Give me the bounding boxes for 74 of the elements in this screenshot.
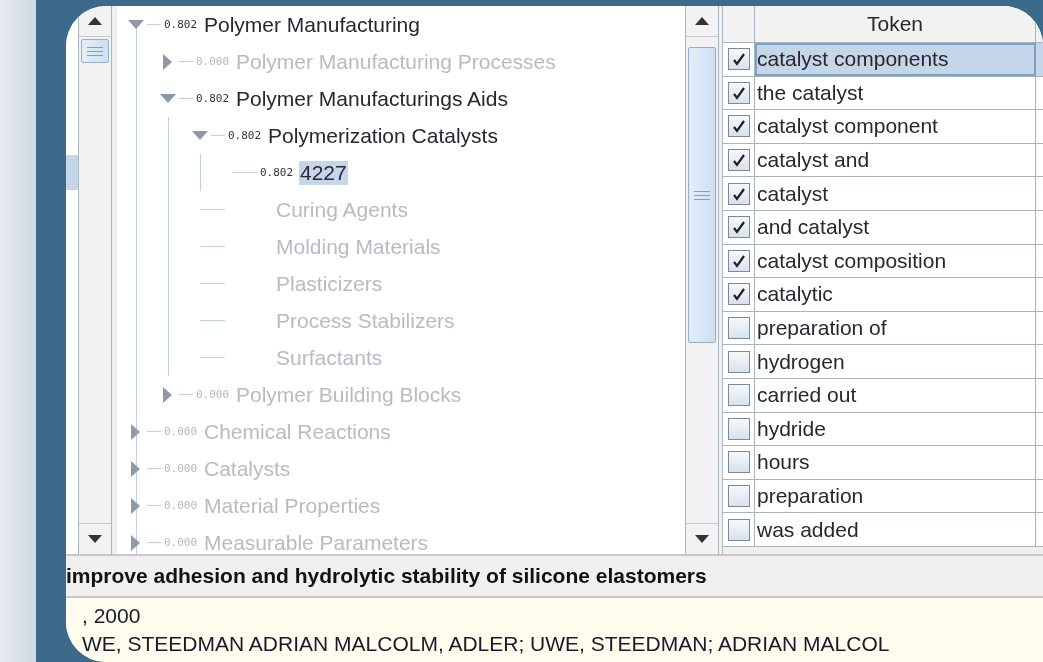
table-cell[interactable]: was added bbox=[755, 513, 1036, 546]
checkbox[interactable] bbox=[727, 249, 750, 272]
scroll-up-icon[interactable] bbox=[88, 17, 102, 25]
checkbox[interactable] bbox=[727, 216, 750, 239]
expand-triangle-icon[interactable] bbox=[131, 423, 141, 440]
checkbox[interactable] bbox=[727, 350, 750, 373]
tree-node-label[interactable]: Polymerization Catalysts bbox=[267, 123, 499, 148]
grip-icon bbox=[87, 46, 103, 56]
table-cell[interactable]: and catalyst bbox=[755, 210, 1036, 244]
check-icon bbox=[731, 253, 746, 268]
table-cell[interactable]: preparation bbox=[755, 479, 1036, 513]
table-cell[interactable]: the catalyst bbox=[755, 76, 1036, 110]
checkbox[interactable] bbox=[727, 485, 750, 507]
relevance-score: 0.000 bbox=[164, 462, 199, 475]
relevance-score: 0.000 bbox=[164, 425, 199, 438]
checkbox[interactable] bbox=[727, 417, 750, 440]
collapse-triangle-icon[interactable] bbox=[192, 130, 208, 141]
table-cell[interactable]: hydrogen bbox=[755, 345, 1036, 378]
check-icon bbox=[731, 287, 746, 302]
relevance-score: 0.000 bbox=[164, 499, 199, 512]
checkbox[interactable] bbox=[727, 384, 750, 407]
collapse-triangle-icon[interactable] bbox=[160, 93, 176, 104]
expand-triangle-icon[interactable] bbox=[131, 534, 141, 551]
table-cell[interactable]: catalyst and bbox=[755, 143, 1036, 177]
table-cell[interactable]: catalyst composition bbox=[755, 244, 1036, 278]
scroll-thumb[interactable] bbox=[688, 47, 716, 343]
table-cell[interactable]: hours bbox=[755, 446, 1036, 479]
check-icon bbox=[731, 119, 746, 134]
check-icon bbox=[731, 220, 746, 235]
table-cell[interactable]: catalyst components bbox=[755, 43, 1036, 76]
checkbox[interactable] bbox=[727, 182, 750, 205]
checkbox[interactable] bbox=[727, 283, 750, 306]
scroll-thumb[interactable] bbox=[81, 39, 109, 63]
document-authors: WE, STEEDMAN ADRIAN MALCOLM, ADLER; UWE, STEEDMAN; ADRIAN MALCOL bbox=[82, 632, 890, 656]
scroll-down-icon[interactable] bbox=[695, 535, 709, 543]
tree-node-label[interactable]: Polymer Manufacturing bbox=[203, 12, 421, 37]
scrollbar[interactable] bbox=[685, 6, 719, 554]
checkbox[interactable] bbox=[727, 451, 750, 474]
table-cell[interactable]: carried out bbox=[755, 378, 1036, 412]
collapse-triangle-icon[interactable] bbox=[128, 19, 144, 30]
checkbox[interactable] bbox=[727, 149, 750, 172]
relevance-score: 0.802 bbox=[228, 129, 263, 142]
table-cell[interactable]: hydride bbox=[755, 412, 1036, 446]
table-cell[interactable]: catalytic bbox=[755, 278, 1036, 311]
grip-icon bbox=[694, 190, 710, 200]
checkbox[interactable] bbox=[727, 518, 750, 541]
checkbox[interactable] bbox=[727, 48, 750, 71]
expand-triangle-icon[interactable] bbox=[163, 53, 173, 70]
expand-triangle-icon[interactable] bbox=[163, 386, 173, 403]
column-header[interactable]: Token bbox=[755, 6, 1036, 42]
relevance-score: 0.802 bbox=[164, 18, 199, 31]
checkbox[interactable] bbox=[727, 317, 750, 340]
table-cell[interactable]: catalyst component bbox=[755, 110, 1036, 143]
relevance-score: 0.802 bbox=[260, 166, 295, 179]
relevance-score: 0.000 bbox=[164, 536, 199, 549]
tree-node-label[interactable]: Polymer Manufacturings Aids bbox=[235, 86, 509, 111]
check-icon bbox=[731, 186, 746, 201]
expand-triangle-icon[interactable] bbox=[131, 460, 141, 477]
check-icon bbox=[731, 85, 746, 100]
relevance-score: 0.000 bbox=[196, 388, 231, 401]
scroll-down-icon[interactable] bbox=[88, 535, 102, 543]
scrollbar[interactable] bbox=[78, 6, 112, 554]
checkbox[interactable] bbox=[727, 115, 750, 138]
expand-triangle-icon[interactable] bbox=[131, 497, 141, 514]
check-icon bbox=[731, 153, 746, 168]
check-icon bbox=[731, 52, 746, 67]
document-date: , 2000 bbox=[82, 604, 141, 628]
table-cell[interactable]: preparation of bbox=[755, 311, 1036, 345]
relevance-score: 0.802 bbox=[196, 92, 231, 105]
checkbox[interactable] bbox=[727, 81, 750, 104]
tree-node-label[interactable]: 4227 bbox=[299, 160, 348, 185]
scroll-up-icon[interactable] bbox=[695, 17, 709, 25]
relevance-score: 0.000 bbox=[196, 55, 231, 68]
table-cell[interactable]: catalyst bbox=[755, 177, 1036, 210]
